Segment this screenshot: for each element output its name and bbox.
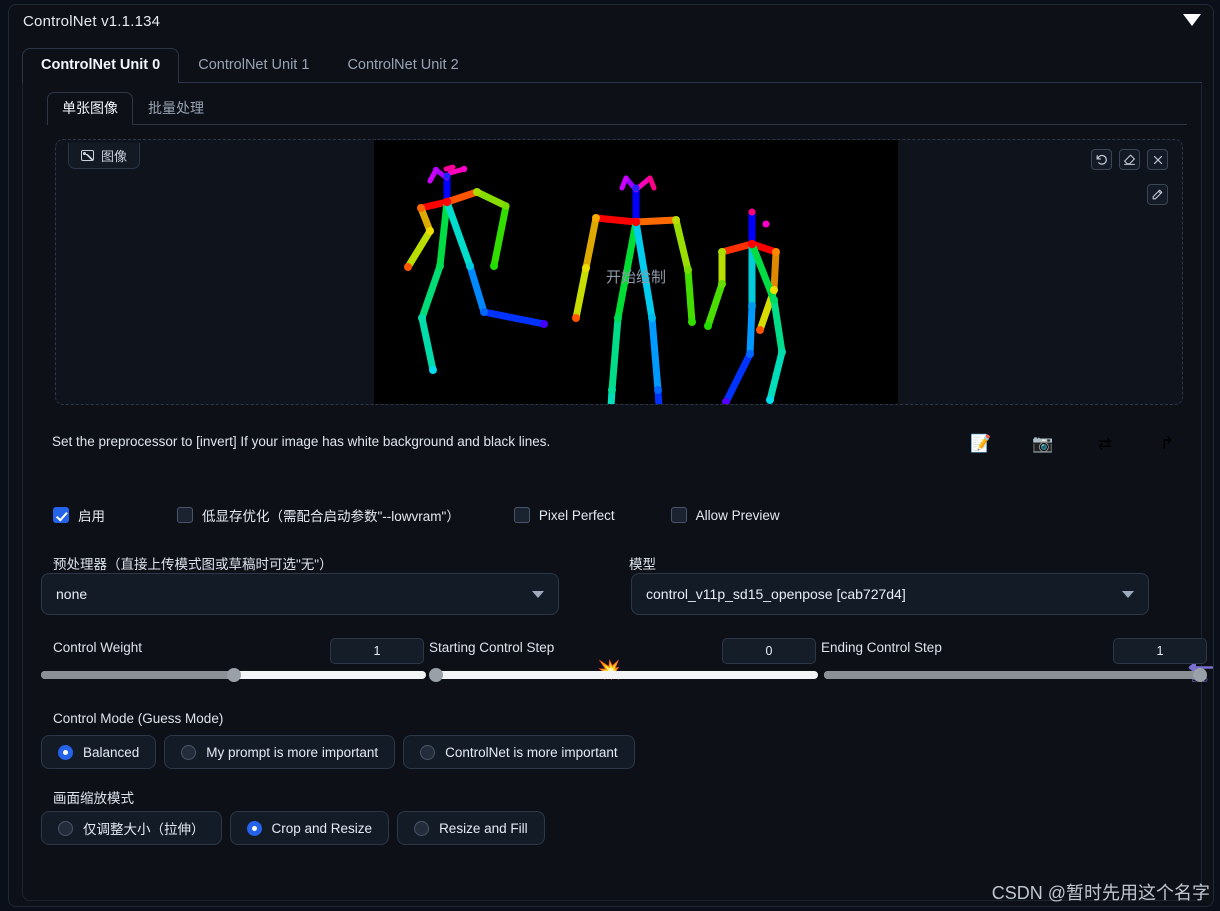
image-dropzone[interactable]: 开始绘制 图像 [55, 139, 1183, 405]
canvas-tool-buttons [1091, 149, 1168, 170]
control-mode-label: Control Mode (Guess Mode) [53, 711, 224, 726]
model-select[interactable]: control_v11p_sd15_openpose [cab727d4] [631, 573, 1149, 615]
control-weight-slider[interactable] [41, 668, 426, 682]
control-mode-controlnet[interactable]: ControlNet is more important [403, 735, 635, 769]
openpose-preview-image: 开始绘制 [374, 140, 898, 404]
control-mode-balanced[interactable]: Balanced [41, 735, 157, 769]
starting-control-step-label: Starting Control Step [429, 640, 555, 655]
watermark: CSDN @暂时先用这个名字 [991, 883, 1210, 903]
control-mode-balanced-label: Balanced [83, 744, 140, 760]
tab-controlnet-unit-1[interactable]: ControlNet Unit 1 [179, 48, 328, 82]
image-icon [81, 150, 94, 161]
resize-mode-just-resize-label: 仅调整大小（拉伸） [83, 822, 205, 837]
enable-checkbox-label: 启用 [78, 509, 105, 524]
enable-checkbox[interactable]: 启用 [53, 505, 105, 525]
resize-mode-just-resize-dot[interactable] [58, 820, 73, 836]
control-weight-value[interactable]: 1 [330, 638, 424, 664]
unit-content-card: 单张图像 批量处理 开始绘制 图像 Set the preprocessor t… [22, 83, 1214, 901]
eraser-icon[interactable] [1119, 149, 1140, 170]
starting-control-step-slider-thumb[interactable] [429, 668, 443, 682]
controlnet-accordion: ControlNet v1.1.134 ControlNet Unit 0 Co… [8, 4, 1214, 907]
control-mode-controlnet-dot[interactable] [420, 744, 436, 760]
triangle-down-icon[interactable] [1183, 14, 1201, 26]
sub-tabs: 单张图像 批量处理 [47, 92, 1187, 125]
ending-control-step-slider-fill [824, 671, 1203, 679]
resize-mode-resize-and-fill-dot[interactable] [414, 820, 430, 836]
tab-batch-process[interactable]: 批量处理 [133, 92, 219, 124]
control-weight-slider-fill [41, 671, 234, 679]
preprocessor-value: none [56, 586, 88, 602]
lowvram-checkbox[interactable]: 低显存优化（需配合启动参数"--lowvram"） [177, 505, 460, 525]
model-value: control_v11p_sd15_openpose [cab727d4] [646, 586, 906, 602]
controlnet-panel-root: ControlNet v1.1.134 ControlNet Unit 0 Co… [0, 0, 1220, 911]
control-mode-controlnet-label: ControlNet is more important [445, 744, 618, 760]
ending-control-step-slider-thumb[interactable] [1193, 668, 1207, 682]
resize-mode-resize-and-fill-label: Resize and Fill [439, 820, 528, 836]
options-checkbox-row: 启用 低显存优化（需配合启动参数"--lowvram"） Pixel Perfe… [53, 505, 780, 525]
lowvram-checkbox-label: 低显存优化（需配合启动参数"--lowvram"） [202, 509, 460, 524]
resize-mode-crop-and-resize-dot[interactable] [246, 820, 262, 836]
allow-preview-checkbox-box[interactable] [670, 507, 687, 523]
page-title: ControlNet v1.1.134 [23, 13, 161, 30]
preprocessor-label: 预处理器（直接上传模式图或草稿时可选"无"） [53, 557, 333, 572]
control-mode-my-prompt-label: My prompt is more important [206, 744, 379, 760]
control-weight-label: Control Weight [53, 640, 143, 655]
allow-preview-checkbox[interactable]: Allow Preview [670, 507, 780, 523]
pixel-perfect-checkbox[interactable]: Pixel Perfect [513, 507, 615, 523]
resize-mode-resize-and-fill[interactable]: Resize and Fill [397, 811, 545, 845]
resize-mode-crop-and-resize[interactable]: Crop and Resize [229, 811, 390, 845]
resize-mode-crop-and-resize-label: Crop and Resize [271, 820, 373, 836]
control-mode-my-prompt[interactable]: My prompt is more important [164, 735, 396, 769]
chevron-down-icon [532, 590, 544, 598]
ending-control-step-value[interactable]: 1 [1113, 638, 1207, 664]
swap-arrows-icon[interactable]: ⇄ [1093, 431, 1117, 455]
tab-controlnet-unit-2[interactable]: ControlNet Unit 2 [328, 48, 477, 82]
control-mode-group: Balanced My prompt is more important Con… [41, 735, 635, 769]
starting-control-step-slider[interactable] [429, 668, 818, 682]
image-tab-chip[interactable]: 图像 [68, 143, 141, 169]
undo-icon[interactable] [1091, 149, 1112, 170]
enable-checkbox-box[interactable] [53, 507, 69, 523]
camera-icon[interactable]: 📷 [1031, 431, 1055, 455]
image-action-icons: 📝 📷 ⇄ ↱ [969, 431, 1179, 455]
ending-control-step-slider[interactable] [824, 668, 1207, 682]
memo-edit-icon[interactable]: 📝 [969, 431, 993, 455]
preprocessor-select[interactable]: none [41, 573, 559, 615]
send-up-icon[interactable]: ↱ [1155, 431, 1179, 455]
pen-edit-icon[interactable] [1147, 184, 1168, 205]
control-mode-my-prompt-dot[interactable] [181, 744, 197, 760]
unit-tabs: ControlNet Unit 0 ControlNet Unit 1 Cont… [22, 48, 1202, 83]
starting-control-step-value[interactable]: 0 [722, 638, 816, 664]
allow-preview-checkbox-label: Allow Preview [695, 507, 780, 523]
lowvram-checkbox-box[interactable] [177, 507, 193, 523]
resize-mode-label: 画面缩放模式 [53, 791, 134, 806]
tab-single-image[interactable]: 单张图像 [47, 92, 133, 125]
pixel-perfect-checkbox-label: Pixel Perfect [538, 507, 615, 523]
resize-mode-group: 仅调整大小（拉伸） Crop and Resize Resize and Fil… [41, 811, 545, 845]
control-mode-balanced-dot[interactable] [58, 744, 73, 760]
pixel-perfect-checkbox-box[interactable] [513, 507, 530, 523]
openpose-skeleton-svg [374, 140, 898, 404]
resize-mode-just-resize[interactable]: 仅调整大小（拉伸） [41, 811, 222, 845]
control-weight-slider-thumb[interactable] [226, 668, 241, 682]
close-icon[interactable] [1147, 149, 1168, 170]
accordion-header: ControlNet v1.1.134 [9, 5, 1213, 43]
ending-control-step-label: Ending Control Step [821, 640, 942, 655]
image-chip-label: 图像 [101, 149, 128, 164]
tab-controlnet-unit-0[interactable]: ControlNet Unit 0 [22, 48, 180, 83]
chevron-down-icon [1122, 590, 1134, 598]
preprocessor-hint-text: Set the preprocessor to [invert] If your… [52, 434, 551, 449]
model-label: 模型 [629, 557, 656, 572]
